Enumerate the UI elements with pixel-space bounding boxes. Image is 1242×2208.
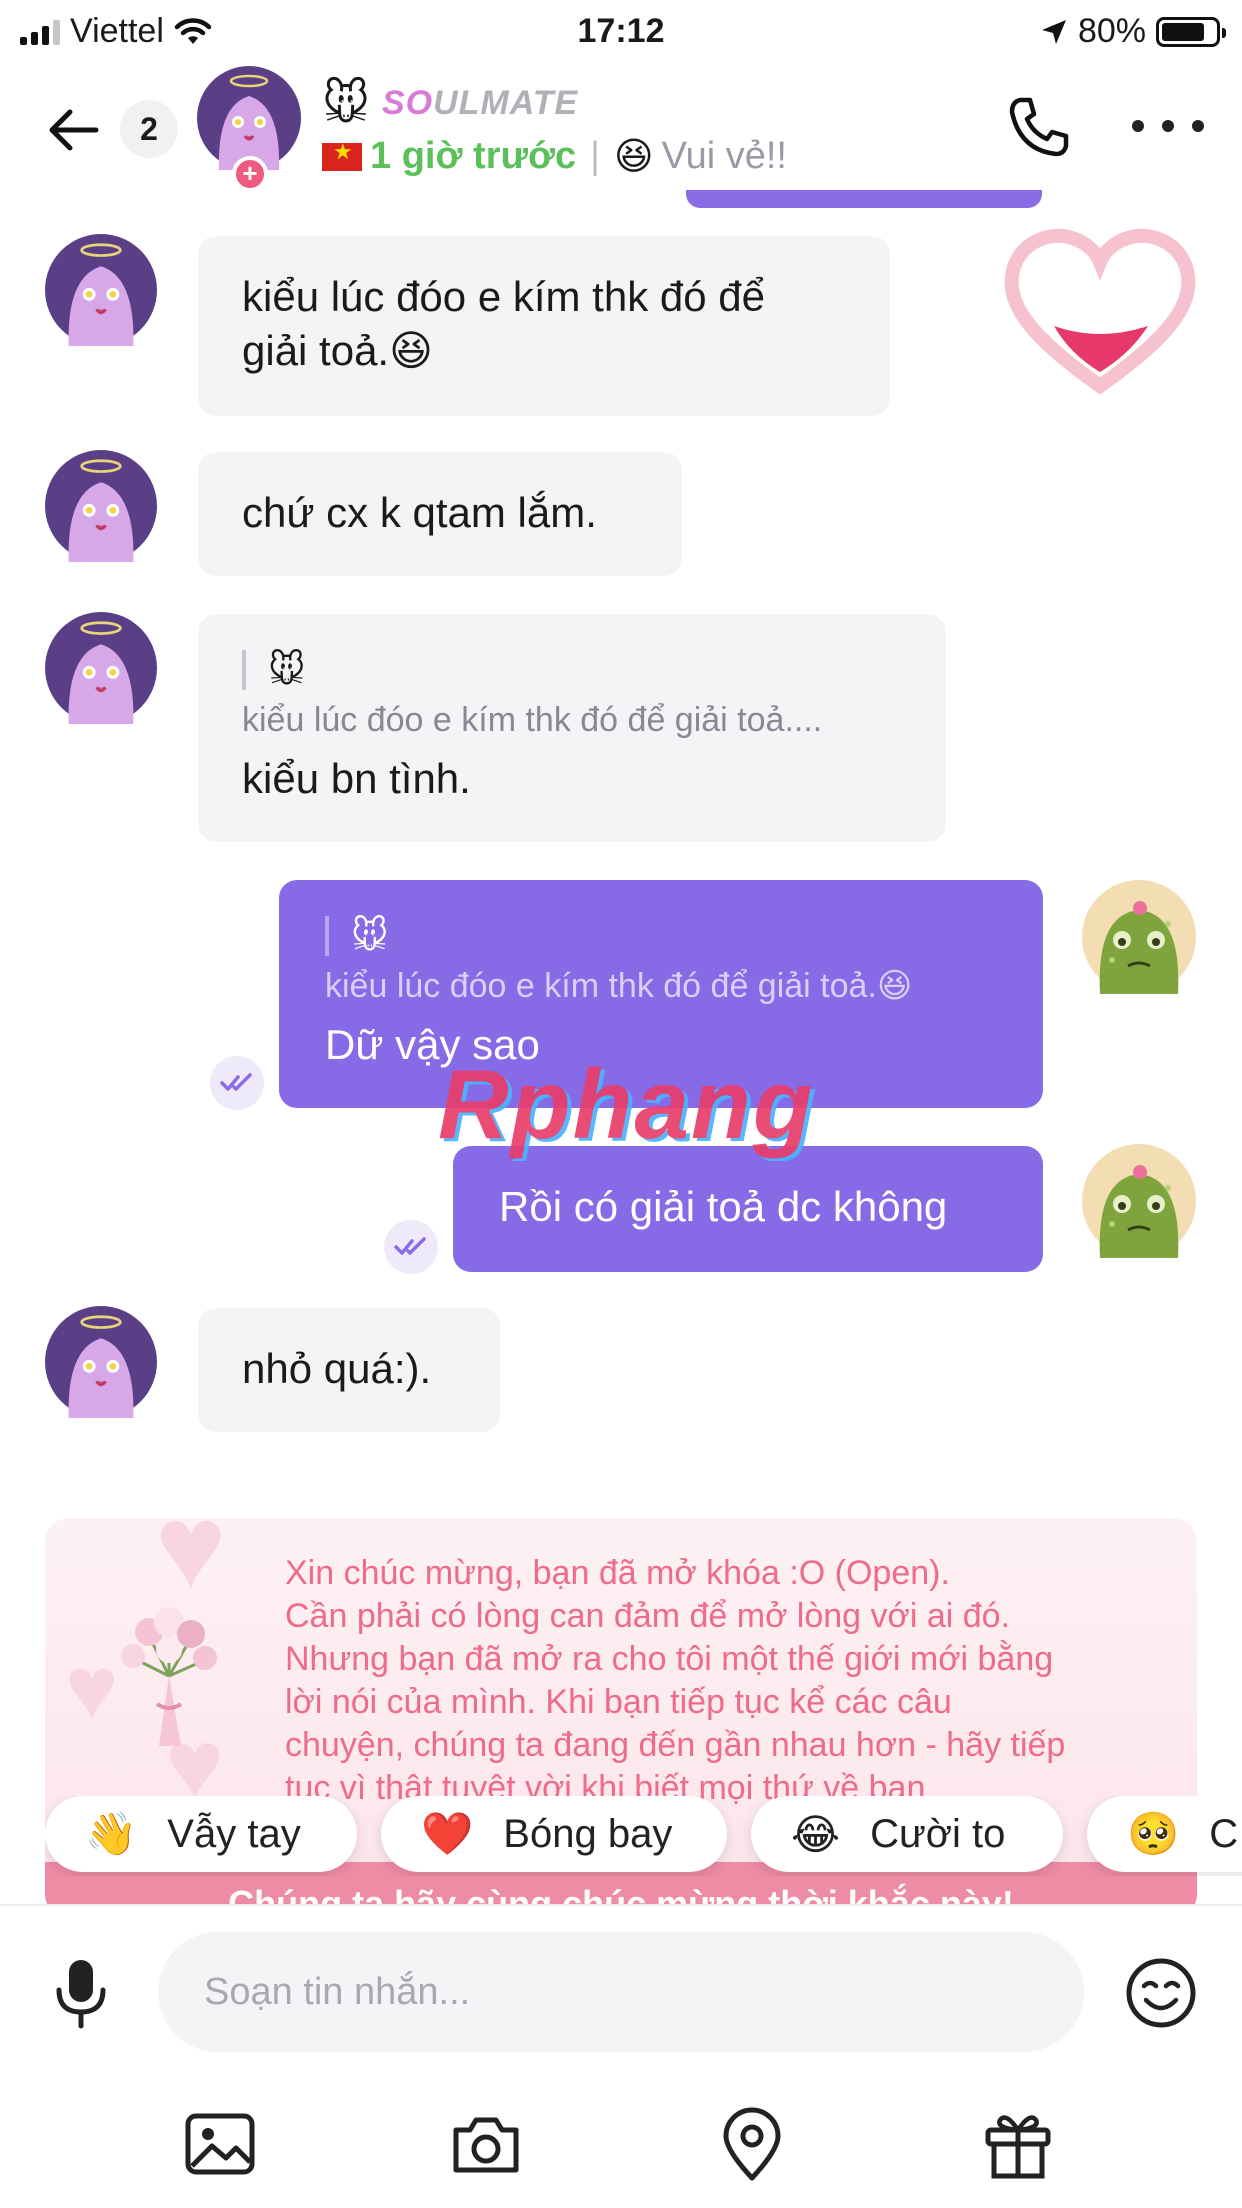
last-seen: 1 giờ trước — [370, 135, 577, 177]
sender-avatar[interactable] — [45, 1306, 157, 1418]
message-input[interactable] — [158, 1932, 1084, 2052]
congrats-line: Cần phải có lòng can đảm để mở lòng với … — [285, 1597, 1011, 1635]
incoming-message[interactable]: kiểu lúc đóo e kím thk đó để giải toả.😆 — [198, 236, 890, 416]
quick-reaction-bar[interactable]: 👋 Vẫy tay ❤️ Bóng bay 😂 Cười to 🥺 C — [45, 1796, 1242, 1876]
heart-gauge-icon[interactable] — [1002, 222, 1198, 398]
message-list[interactable]: kiểu lúc đóo e kím thk đó để giải toả.😆 … — [0, 212, 1242, 1904]
laughing-face-icon: 😂 — [791, 1810, 841, 1858]
congrats-line: chuyện, chúng ta đang đến gần nhau hơn -… — [285, 1726, 1066, 1764]
congrats-line: Nhưng bạn đã mở ra cho tôi một thế giới … — [285, 1640, 1054, 1678]
reaction-label: Bóng bay — [503, 1811, 673, 1856]
more-options-icon[interactable] — [1132, 108, 1204, 144]
message-emoji: 😆 — [389, 327, 433, 374]
reaction-laugh-button[interactable]: 😂 Cười to — [751, 1796, 1063, 1872]
message-text: Rồi có giải toả dc không — [499, 1183, 948, 1230]
sender-avatar[interactable] — [45, 450, 157, 562]
soulmate-badge-rest: ULMATE — [433, 83, 579, 122]
soulmate-badge-highlight: SO — [381, 83, 434, 122]
read-receipt-icon — [210, 1056, 264, 1110]
emoji-picker-icon[interactable] — [1124, 1956, 1198, 2030]
battery-percent: 80% — [1077, 12, 1146, 50]
status-bar: Viettel 17:12 80% — [0, 0, 1242, 62]
sender-avatar[interactable] — [45, 234, 157, 346]
status-right: 80% — [1040, 12, 1226, 51]
my-avatar[interactable] — [1082, 1144, 1196, 1258]
reaction-label: C — [1209, 1811, 1239, 1856]
back-arrow-icon[interactable] — [42, 98, 106, 162]
congrats-line: Xin chúc mừng, bạn đã mở khóa :O (Open). — [285, 1554, 950, 1592]
incoming-message[interactable]: nhỏ quá:). — [198, 1308, 500, 1432]
quoted-text: kiểu lúc đóo e kím thk đó để giải toả...… — [242, 701, 823, 739]
message-text: nhỏ quá:). — [242, 1345, 432, 1392]
unread-count-badge[interactable]: 2 — [120, 100, 178, 158]
composer — [0, 1904, 1242, 2208]
soulmate-badge: SOULMATE — [382, 84, 578, 123]
read-receipt-icon — [384, 1220, 438, 1274]
mood-text: Vui vẻ!! — [661, 135, 787, 177]
reaction-label: Cười to — [870, 1811, 1006, 1856]
quoted-text: kiểu lúc đóo e kím thk đó để giải toả.😆 — [325, 967, 913, 1005]
camera-icon[interactable] — [448, 2106, 524, 2182]
chat-header: 2 + 🐭 SOULMATE 1 giờ trước | 😆 Vui vẻ!! — [0, 62, 1242, 212]
contact-status-row: 1 giờ trước | 😆 Vui vẻ!! — [322, 134, 787, 179]
microphone-icon[interactable] — [50, 1956, 112, 2030]
message-text: chứ cx k qtam lắm. — [242, 489, 597, 536]
wave-hand-icon: 👋 — [85, 1809, 138, 1857]
contact-avatar[interactable] — [197, 66, 301, 170]
quoted-sender: 🐭 — [325, 916, 997, 956]
phone-call-icon[interactable] — [1006, 94, 1072, 160]
flower-bouquet-icon — [121, 1607, 217, 1746]
outgoing-message[interactable]: Rồi có giải toả dc không — [453, 1146, 1043, 1272]
quoted-sender: 🐭 — [242, 650, 902, 690]
location-arrow-icon — [1041, 19, 1066, 44]
reaction-plead-button[interactable]: 🥺 C — [1087, 1796, 1242, 1872]
message-text-line2: giải toả.😆 — [242, 327, 433, 374]
battery-icon — [1156, 16, 1226, 47]
reaction-label: Vẫy tay — [167, 1811, 301, 1856]
status-divider: | — [590, 135, 601, 177]
watermark: Rphang — [438, 1049, 815, 1159]
mood-emoji: 😆 — [614, 136, 654, 178]
incoming-message[interactable]: chứ cx k qtam lắm. — [198, 452, 682, 576]
incoming-reply-message[interactable]: 🐭 kiểu lúc đóo e kím thk đó để giải toả.… — [198, 614, 946, 842]
heart-icon: ❤️ — [421, 1809, 474, 1857]
congrats-line: lời nói của mình. Khi bạn tiếp tục kể cá… — [285, 1683, 952, 1721]
contact-name-row: 🐭 SOULMATE — [322, 76, 578, 130]
attachment-toolbar — [0, 2106, 1242, 2186]
add-friend-badge[interactable]: + — [232, 156, 268, 192]
vietnam-flag-icon — [322, 139, 362, 171]
congrats-text: Xin chúc mừng, bạn đã mở khóa :O (Open).… — [285, 1552, 1175, 1810]
reaction-wave-button[interactable]: 👋 Vẫy tay — [45, 1796, 357, 1872]
reaction-balloon-button[interactable]: ❤️ Bóng bay — [381, 1796, 727, 1872]
gallery-image-icon[interactable] — [182, 2106, 258, 2182]
message-text-line1: kiểu lúc đóo e kím thk đó để — [242, 273, 765, 320]
message-text: kiểu bn tình. — [242, 755, 471, 802]
header-accent-strip — [686, 190, 1042, 208]
pleading-face-icon: 🥺 — [1127, 1809, 1180, 1857]
location-pin-icon[interactable] — [714, 2106, 790, 2182]
contact-name-emoji: 🐭 — [322, 77, 370, 129]
gift-icon[interactable] — [980, 2106, 1056, 2182]
sender-avatar[interactable] — [45, 612, 157, 724]
my-avatar[interactable] — [1082, 880, 1196, 994]
